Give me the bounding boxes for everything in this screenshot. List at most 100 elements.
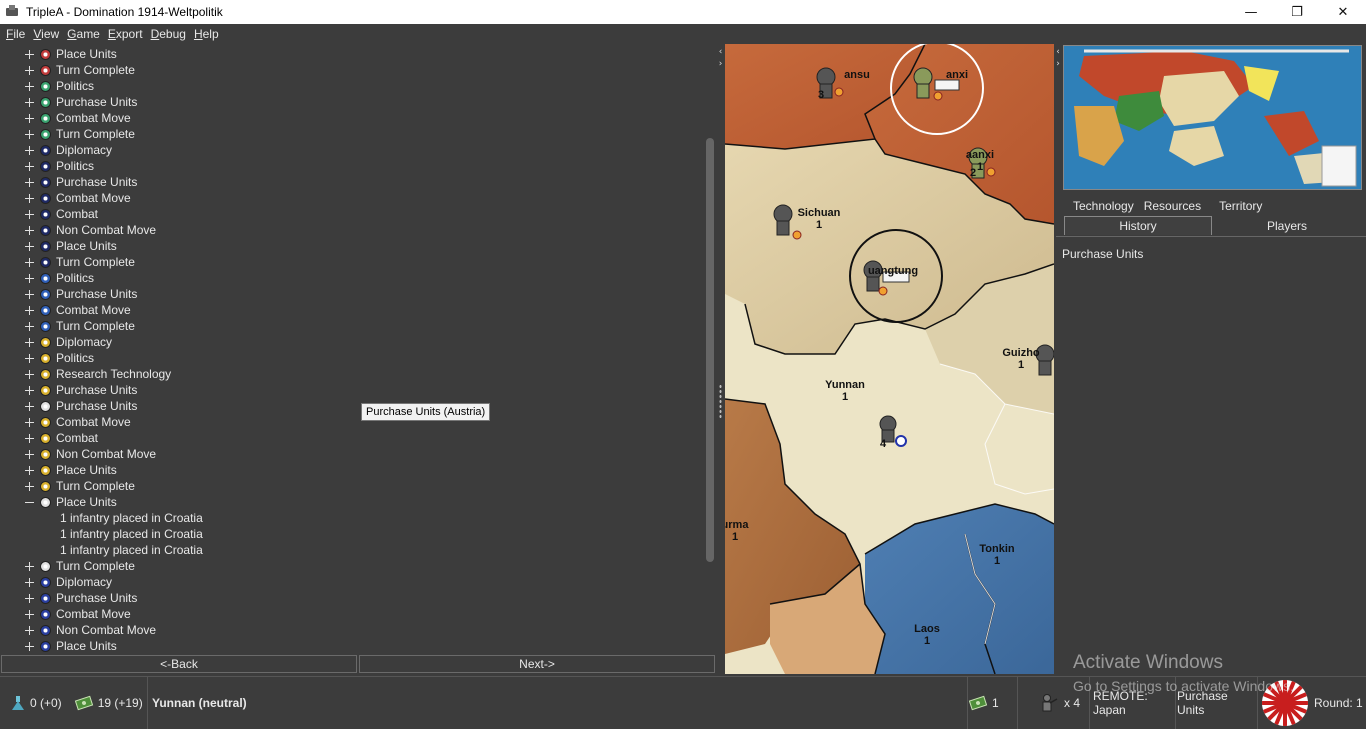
expand-icon[interactable]: [25, 385, 34, 395]
history-child-item[interactable]: 1 infantry placed in Croatia: [0, 510, 203, 526]
expand-icon[interactable]: [25, 609, 34, 619]
history-tree-item[interactable]: Place Units: [0, 238, 117, 254]
tab-territory[interactable]: Territory: [1219, 199, 1262, 215]
history-tree-item[interactable]: Diplomacy: [0, 334, 112, 350]
back-button[interactable]: <-Back: [1, 655, 357, 673]
expand-icon[interactable]: [25, 321, 34, 331]
history-tree-item[interactable]: Combat Move: [0, 110, 131, 126]
expand-icon[interactable]: [25, 289, 34, 299]
history-tree-item[interactable]: Research Technology: [0, 366, 171, 382]
collapse-map-icon[interactable]: ‹: [1054, 48, 1062, 57]
history-tree-item[interactable]: Place Units: [0, 494, 117, 510]
tab-players[interactable]: Players: [1212, 216, 1362, 235]
expand-icon[interactable]: [25, 449, 34, 459]
history-tree-item[interactable]: Place Units: [0, 638, 117, 652]
expand-icon[interactable]: [25, 561, 34, 571]
menu-view[interactable]: View: [33, 27, 59, 41]
expand-icon[interactable]: [25, 305, 34, 315]
expand-icon[interactable]: [25, 273, 34, 283]
expand-icon[interactable]: [25, 465, 34, 475]
history-tree-item[interactable]: Diplomacy: [0, 574, 112, 590]
history-tree-item[interactable]: Politics: [0, 350, 94, 366]
expand-icon[interactable]: [25, 81, 34, 91]
history-tree-item[interactable]: Non Combat Move: [0, 222, 156, 238]
expand-icon[interactable]: [25, 593, 34, 603]
expand-icon[interactable]: [25, 577, 34, 587]
history-tree-item[interactable]: Non Combat Move: [0, 622, 156, 638]
history-tree-item[interactable]: Turn Complete: [0, 62, 135, 78]
close-button[interactable]: ✕: [1320, 0, 1366, 24]
history-tree-item[interactable]: Non Combat Move: [0, 446, 156, 462]
history-tree-item[interactable]: Politics: [0, 78, 94, 94]
history-tree-item[interactable]: Purchase Units: [0, 382, 137, 398]
history-tree-item[interactable]: Place Units: [0, 462, 117, 478]
history-tree-item[interactable]: Purchase Units: [0, 174, 137, 190]
next-button[interactable]: Next->: [359, 655, 715, 673]
expand-icon[interactable]: [25, 257, 34, 267]
history-child-item[interactable]: 1 infantry placed in Croatia: [0, 526, 203, 542]
menu-debug[interactable]: Debug: [151, 27, 186, 41]
history-tree[interactable]: Place Units Turn Complete Politics Purchase…: [0, 46, 704, 652]
expand-icon[interactable]: [25, 241, 34, 251]
expand-icon[interactable]: [25, 433, 34, 443]
maximize-button[interactable]: ❐: [1274, 0, 1320, 24]
expand-icon[interactable]: [25, 417, 34, 427]
history-tree-item[interactable]: Combat: [0, 206, 98, 222]
history-tree-item[interactable]: Combat Move: [0, 606, 131, 622]
history-tree-item[interactable]: Purchase Units: [0, 94, 137, 110]
expand-icon[interactable]: [25, 113, 34, 123]
menu-file[interactable]: File: [6, 27, 25, 41]
expand-icon[interactable]: [25, 625, 34, 635]
history-tree-item[interactable]: Politics: [0, 158, 94, 174]
history-tree-item[interactable]: Combat Move: [0, 190, 131, 206]
history-tree-item[interactable]: Purchase Units: [0, 398, 137, 414]
expand-icon[interactable]: [25, 193, 34, 203]
tree-scrollbar-thumb[interactable]: [706, 138, 714, 562]
history-tree-item[interactable]: Turn Complete: [0, 126, 135, 142]
expand-icon[interactable]: [25, 177, 34, 187]
expand-icon[interactable]: [25, 161, 34, 171]
history-child-item[interactable]: 1 infantry placed in Croatia: [0, 542, 203, 558]
menu-game[interactable]: Game: [67, 27, 100, 41]
tab-resources[interactable]: Resources: [1144, 199, 1201, 215]
expand-icon[interactable]: [25, 145, 34, 155]
history-tree-item[interactable]: Combat Move: [0, 302, 131, 318]
menu-help[interactable]: Help: [194, 27, 219, 41]
left-splitter[interactable]: ‹ ›: [716, 44, 725, 674]
expand-icon[interactable]: [25, 353, 34, 363]
expand-icon[interactable]: [25, 129, 34, 139]
menu-export[interactable]: Export: [108, 27, 143, 41]
collapse-icon[interactable]: [25, 498, 34, 507]
collapse-left-icon[interactable]: ‹: [716, 48, 725, 57]
tree-scrollbar[interactable]: [704, 46, 716, 652]
expand-icon[interactable]: [25, 97, 34, 107]
history-tree-item[interactable]: Turn Complete: [0, 478, 135, 494]
expand-icon[interactable]: [25, 481, 34, 491]
history-tree-item[interactable]: Combat Move: [0, 414, 131, 430]
history-tree-item[interactable]: Turn Complete: [0, 558, 135, 574]
status-cost: 1: [968, 677, 1018, 729]
expand-icon[interactable]: [25, 225, 34, 235]
minimize-button[interactable]: —: [1228, 0, 1274, 24]
history-tree-item[interactable]: Politics: [0, 270, 94, 286]
expand-icon[interactable]: [25, 49, 34, 59]
game-map[interactable]: ansu 3 anxi aanxi 1 2 Sichuan 1 uangtung Guizho 1 Y…: [725, 44, 1054, 674]
expand-icon[interactable]: [25, 401, 34, 411]
history-tree-item[interactable]: Purchase Units: [0, 590, 137, 606]
expand-icon[interactable]: [25, 369, 34, 379]
history-tree-item[interactable]: Place Units: [0, 46, 117, 62]
history-tree-item[interactable]: Turn Complete: [0, 318, 135, 334]
expand-icon[interactable]: [25, 209, 34, 219]
history-tree-item[interactable]: Combat: [0, 430, 98, 446]
expand-icon[interactable]: [25, 65, 34, 75]
expand-icon[interactable]: [25, 641, 34, 651]
expand-right-icon[interactable]: ›: [716, 60, 725, 69]
history-tree-item[interactable]: Turn Complete: [0, 254, 135, 270]
history-tree-item[interactable]: Diplomacy: [0, 142, 112, 158]
expand-icon[interactable]: [25, 337, 34, 347]
tab-technology[interactable]: Technology: [1073, 199, 1134, 215]
minimap[interactable]: [1063, 45, 1362, 190]
expand-panel-icon[interactable]: ›: [1054, 60, 1062, 69]
history-tree-item[interactable]: Purchase Units: [0, 286, 137, 302]
tab-history[interactable]: History: [1064, 216, 1212, 235]
